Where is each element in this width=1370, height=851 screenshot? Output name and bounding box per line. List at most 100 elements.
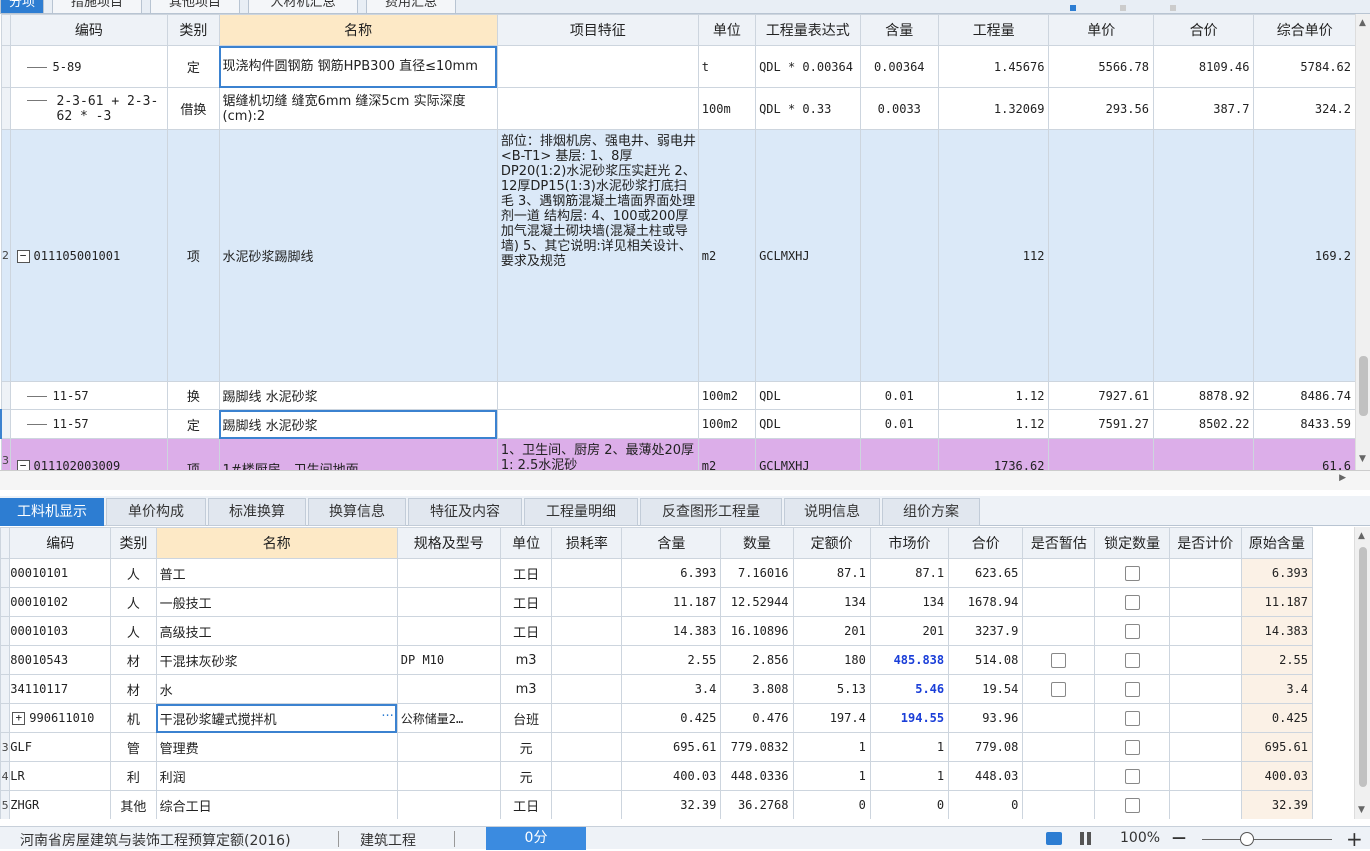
lock-qty-cell[interactable]: [1094, 674, 1170, 704]
unit-cell[interactable]: t: [697, 45, 757, 88]
comp-price-cell[interactable]: 5784.62: [1253, 45, 1356, 88]
estimated-cell[interactable]: [1022, 732, 1096, 762]
lock-qty-checkbox[interactable]: [1124, 710, 1140, 726]
tab-labor-material-display[interactable]: 工料机显示: [0, 498, 104, 526]
spec-cell[interactable]: 公称储量2…: [396, 703, 501, 733]
table-row[interactable]: 2-3-61 + 2-3-62 * -3 借换 锯缝机切缝 缝宽6mm 缝深5c…: [0, 87, 1356, 130]
code-cell[interactable]: 2-3-61 + 2-3-62 * -3: [9, 87, 169, 130]
name-cell[interactable]: 普工: [155, 558, 398, 588]
quota-price-cell[interactable]: 197.4: [792, 703, 871, 733]
upper-vertical-scrollbar[interactable]: ▲ ▼: [1355, 14, 1370, 470]
name-cell[interactable]: 干混抹灰砂浆: [155, 645, 398, 675]
expr-cell[interactable]: QDL * 0.00364: [755, 45, 861, 88]
code-cell[interactable]: 11-57: [9, 409, 169, 439]
code-cell[interactable]: 5-89: [9, 45, 169, 88]
tab-reverse-graphic-qty[interactable]: 反查图形工程量: [640, 498, 782, 526]
quota-price-cell[interactable]: 87.1: [792, 558, 871, 588]
type-cell[interactable]: 借换: [167, 87, 220, 130]
content-cell[interactable]: 0.0033: [859, 87, 939, 130]
total-cell[interactable]: 19.54: [948, 674, 1024, 704]
code-cell[interactable]: 34110117: [9, 674, 112, 704]
tab-quantity-detail[interactable]: 工程量明细: [524, 498, 638, 526]
loss-rate-cell[interactable]: [551, 587, 623, 617]
market-price-cell[interactable]: 5.46: [869, 674, 950, 704]
priced-cell[interactable]: [1168, 761, 1242, 791]
qty-cell[interactable]: 1.32069: [937, 87, 1050, 130]
content-cell[interactable]: [859, 129, 939, 382]
col-content-header[interactable]: 含量: [859, 14, 939, 46]
type-cell[interactable]: 其他: [110, 790, 157, 819]
unit-cell[interactable]: 100m: [697, 87, 757, 130]
estimated-cell[interactable]: [1022, 703, 1096, 733]
qty-cell[interactable]: 12.52944: [720, 587, 794, 617]
code-cell[interactable]: 00010103: [9, 616, 112, 646]
code-cell[interactable]: GLF: [9, 732, 112, 762]
col-estimated-header[interactable]: 是否暂估: [1022, 527, 1096, 559]
col-price-header[interactable]: 单价: [1048, 14, 1154, 46]
unit-cell[interactable]: 100m2: [697, 409, 757, 439]
tab-unit-price-composition[interactable]: 单价构成: [106, 498, 206, 526]
loss-rate-cell[interactable]: [551, 674, 623, 704]
collapse-icon[interactable]: −: [16, 460, 30, 470]
market-price-cell[interactable]: 87.1: [869, 558, 950, 588]
col-qty-header[interactable]: 数量: [720, 527, 794, 559]
col-quota-price-header[interactable]: 定额价: [792, 527, 871, 559]
scroll-down-icon[interactable]: ▼: [1359, 454, 1366, 464]
lock-qty-checkbox[interactable]: [1124, 623, 1140, 639]
priced-cell[interactable]: [1168, 616, 1242, 646]
total-cell[interactable]: 1678.94: [948, 587, 1024, 617]
original-content-cell[interactable]: 400.03: [1240, 761, 1314, 791]
name-cell[interactable]: 一般技工: [155, 587, 398, 617]
code-cell[interactable]: 80010543: [9, 645, 112, 675]
unit-cell[interactable]: 台班: [499, 703, 553, 733]
quota-price-cell[interactable]: 1: [792, 761, 871, 791]
qty-cell[interactable]: 779.0832: [720, 732, 794, 762]
name-cell[interactable]: 利润: [155, 761, 398, 791]
original-content-cell[interactable]: 695.61: [1240, 732, 1314, 762]
type-cell[interactable]: 材: [110, 674, 157, 704]
price-cell[interactable]: 7927.61: [1048, 381, 1154, 410]
content-cell[interactable]: 0.00364: [859, 45, 939, 88]
scroll-down-icon[interactable]: ▼: [1358, 805, 1365, 815]
priced-cell[interactable]: [1168, 790, 1242, 819]
estimated-cell[interactable]: [1022, 790, 1096, 819]
content-cell[interactable]: 0.01: [859, 409, 939, 439]
quota-price-cell[interactable]: 5.13: [792, 674, 871, 704]
type-cell[interactable]: 项: [167, 129, 220, 382]
market-price-cell[interactable]: 1: [869, 732, 950, 762]
total-cell[interactable]: 448.03: [948, 761, 1024, 791]
qty-cell[interactable]: 16.10896: [720, 616, 794, 646]
quota-price-cell[interactable]: 1: [792, 732, 871, 762]
tab-pricing-scheme[interactable]: 组价方案: [882, 498, 980, 526]
original-content-cell[interactable]: 32.39: [1240, 790, 1314, 819]
qty-cell[interactable]: 2.856: [720, 645, 794, 675]
project-type-label[interactable]: 建筑工程: [360, 830, 416, 850]
market-price-cell[interactable]: 485.838: [869, 645, 950, 675]
col-unit-header[interactable]: 单位: [697, 14, 757, 46]
qty-cell[interactable]: 1736.62: [937, 438, 1050, 470]
col-content-header[interactable]: 含量: [621, 527, 722, 559]
estimated-cell[interactable]: [1022, 761, 1096, 791]
total-cell[interactable]: 8109.46: [1152, 45, 1255, 88]
total-cell[interactable]: 0: [948, 790, 1024, 819]
price-cell[interactable]: 293.56: [1048, 87, 1154, 130]
content-cell[interactable]: 14.383: [621, 616, 722, 646]
table-row[interactable]: 00010102 人一般技工 工日 11.187 12.52944 134 134 1678.…: [0, 587, 1314, 617]
col-type-header[interactable]: 类别: [110, 527, 157, 559]
tab-fee-summary[interactable]: 费用汇总: [366, 0, 456, 13]
qty-cell[interactable]: 36.2768: [720, 790, 794, 819]
lock-qty-cell[interactable]: [1094, 761, 1170, 791]
original-content-cell[interactable]: 2.55: [1240, 645, 1314, 675]
code-cell[interactable]: −011105001001: [9, 129, 169, 382]
code-cell[interactable]: −011102003009: [9, 438, 169, 470]
expr-cell[interactable]: QDL: [755, 409, 861, 439]
spec-cell[interactable]: DP M10: [396, 645, 501, 675]
type-cell[interactable]: 人: [110, 616, 157, 646]
loss-rate-cell[interactable]: [551, 645, 623, 675]
qty-cell[interactable]: 0.476: [720, 703, 794, 733]
expr-cell[interactable]: GCLMXHJ: [755, 129, 861, 382]
code-cell[interactable]: 00010101: [9, 558, 112, 588]
comp-price-cell[interactable]: 8433.59: [1253, 409, 1356, 439]
lock-qty-cell[interactable]: [1094, 558, 1170, 588]
table-row[interactable]: +990611010 机干混砂浆罐式搅拌机 ··· 公称储量2… 台班 0.425 0.47…: [0, 703, 1314, 733]
